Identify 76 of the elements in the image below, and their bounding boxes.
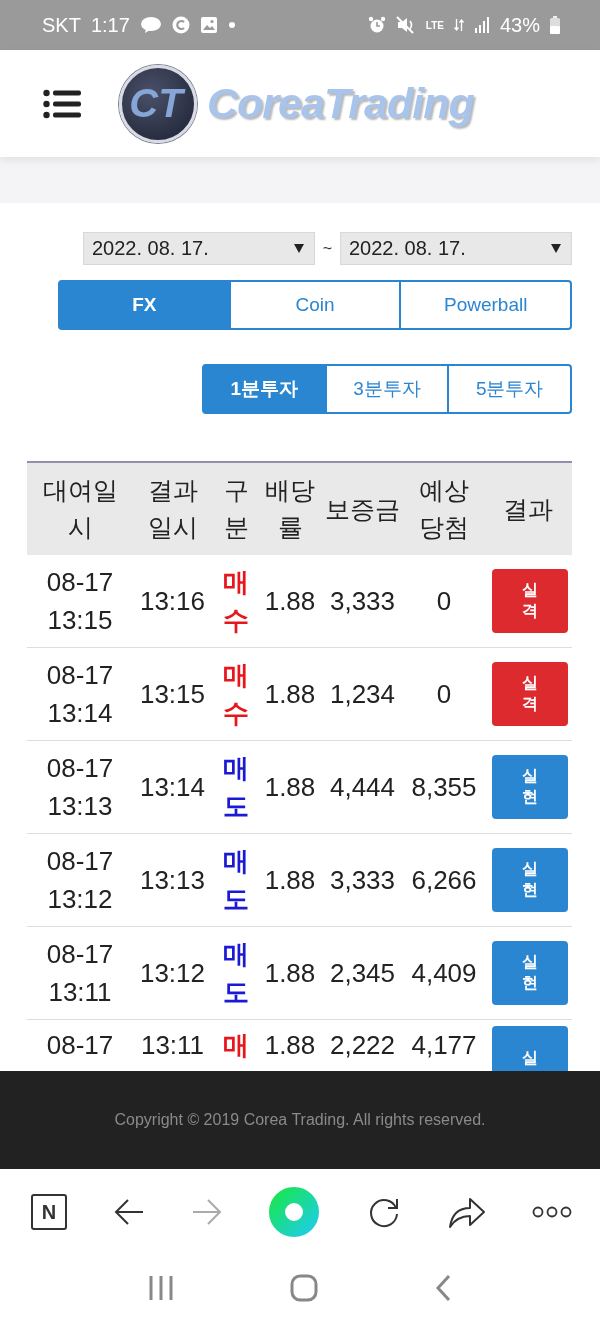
copyright-text: Copyright © 2019 Corea Trading. All rights reserved. — [114, 1111, 486, 1129]
range-separator: ~ — [321, 239, 334, 258]
signal-icon — [473, 17, 490, 33]
result-time: 13:16 — [133, 555, 212, 648]
market-tab[interactable]: Powerball — [399, 280, 572, 330]
result-badge[interactable]: 실격 — [491, 662, 568, 726]
deposit: 2,345 — [320, 926, 405, 1020]
rent-time: 08-17 13:15 — [27, 555, 133, 648]
expected-win: 0 — [405, 647, 483, 741]
market-tab[interactable]: FX — [58, 280, 231, 330]
trade-side: 매도 — [212, 833, 260, 927]
mute-icon — [395, 16, 416, 34]
column-header: 배당률 — [260, 462, 320, 555]
home-icon[interactable] — [290, 1274, 318, 1302]
result-badge[interactable]: 실현 — [491, 941, 568, 1005]
expected-win: 6,266 — [405, 833, 483, 927]
recent-apps-icon[interactable] — [148, 1275, 174, 1301]
column-header: 예상당첨 — [405, 462, 483, 555]
deposit: 3,333 — [320, 833, 405, 927]
rent-time: 08-17 13:12 — [27, 833, 133, 927]
deposit: 3,333 — [320, 555, 405, 648]
rent-time: 08-17 13:14 — [27, 647, 133, 741]
battery-icon — [550, 16, 560, 34]
network-type: LTE — [425, 20, 444, 30]
more-icon[interactable] — [531, 1206, 572, 1218]
home-button[interactable]: N — [31, 1194, 67, 1230]
result-time: 13:15 — [133, 647, 212, 741]
deposit: 4,444 — [320, 740, 405, 834]
caret-icon — [551, 244, 561, 253]
carrier: SKT — [42, 13, 81, 37]
result-badge[interactable]: 실격 — [491, 569, 568, 633]
alarm-icon — [367, 16, 386, 34]
payout-rate: 1.88 — [260, 740, 320, 834]
trade-side: 매도 — [212, 740, 260, 834]
clock: 1:17 — [90, 13, 130, 37]
rent-time: 08-17 13:13 — [27, 740, 133, 834]
trade-side: 매수 — [212, 647, 260, 741]
period-tab[interactable]: 5분투자 — [447, 364, 572, 414]
expected-win: 4,409 — [405, 926, 483, 1020]
chat-icon — [139, 16, 162, 34]
market-tab[interactable]: Coin — [228, 280, 402, 330]
rent-time: 08-17 13:11 — [27, 926, 133, 1020]
payout-rate: 1.88 — [260, 833, 320, 927]
back-icon[interactable] — [113, 1197, 146, 1227]
battery-level: 43% — [499, 13, 540, 37]
date-select[interactable]: 2022. 08. 17. — [340, 232, 572, 265]
payout-rate: 1.88 — [260, 926, 320, 1020]
deposit: 1,234 — [320, 647, 405, 741]
result-time: 13:14 — [133, 740, 212, 834]
column-header: 결과일시 — [133, 462, 212, 555]
dot-icon — [227, 21, 236, 29]
date-select[interactable]: 2022. 08. 17. — [83, 232, 315, 265]
caret-icon — [294, 244, 304, 253]
result-badge[interactable]: 실현 — [491, 848, 568, 912]
expected-win: 8,355 — [405, 740, 483, 834]
column-header: 결과 — [483, 462, 572, 555]
result-badge[interactable]: 실현 — [491, 755, 568, 819]
share-icon[interactable] — [447, 1195, 486, 1229]
image-icon — [199, 16, 218, 34]
result-badge[interactable]: 실 — [491, 1026, 568, 1071]
circle-c-icon — [171, 16, 190, 34]
data-arrows-icon — [453, 18, 464, 32]
column-header: 보증금 — [320, 462, 405, 555]
logo-emblem[interactable]: CT — [119, 64, 197, 143]
payout-rate: 1.88 — [260, 555, 320, 648]
result-time: 13:13 — [133, 833, 212, 927]
trade-side: 매수 — [212, 555, 260, 648]
expected-win: 0 — [405, 555, 483, 648]
trade-side: 매도 — [212, 926, 260, 1020]
payout-rate: 1.88 — [260, 647, 320, 741]
column-header: 구분 — [212, 462, 260, 555]
column-header: 대여일시 — [27, 462, 133, 555]
result-time: 13:12 — [133, 926, 212, 1020]
period-tab[interactable]: 1분투자 — [202, 364, 327, 414]
period-tab[interactable]: 3분투자 — [324, 364, 450, 414]
menu-icon[interactable] — [43, 88, 81, 119]
